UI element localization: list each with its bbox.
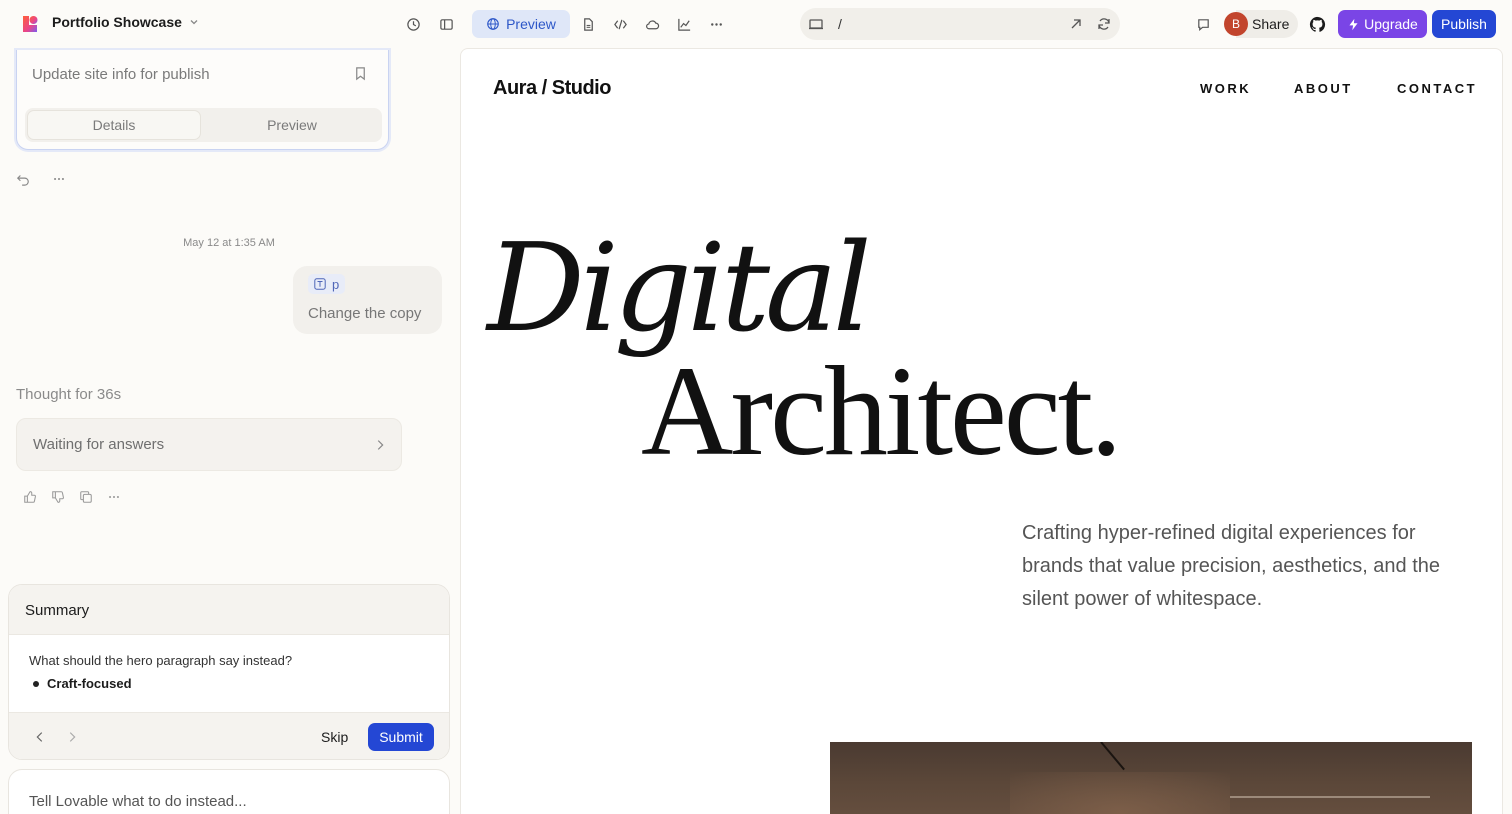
github-button[interactable] bbox=[1304, 11, 1330, 37]
hero-line-1: Digital bbox=[487, 217, 872, 359]
url-path[interactable]: / bbox=[838, 16, 842, 32]
file-icon bbox=[583, 17, 593, 31]
history-icon bbox=[406, 17, 420, 31]
thumbs-up-icon[interactable] bbox=[23, 490, 37, 504]
site-nav-contact[interactable]: CONTACT bbox=[1397, 81, 1477, 96]
device-laptop-icon[interactable] bbox=[808, 16, 824, 32]
summary-card: Summary What should the hero paragraph s… bbox=[8, 584, 450, 760]
analytics-tab[interactable] bbox=[671, 11, 697, 37]
task-card: Update site info for publish Details Pre… bbox=[16, 50, 389, 150]
chat-input-placeholder: Tell Lovable what to do instead... bbox=[29, 793, 247, 810]
chevron-down-icon bbox=[190, 20, 198, 25]
site-brand[interactable]: Aura / Studio bbox=[493, 77, 611, 100]
more-horizontal-icon[interactable] bbox=[52, 172, 66, 186]
sidebar-icon bbox=[439, 18, 453, 30]
thought-duration[interactable]: Thought for 36s bbox=[16, 386, 121, 403]
message-timestamp: May 12 at 1:35 AM bbox=[183, 237, 275, 249]
chevron-right-icon[interactable] bbox=[65, 730, 79, 744]
code-tab[interactable] bbox=[607, 11, 633, 37]
files-tab[interactable] bbox=[575, 11, 601, 37]
toggle-sidebar-button[interactable] bbox=[433, 11, 459, 37]
summary-footer: Skip Submit bbox=[9, 712, 449, 759]
segment-preview[interactable]: Preview bbox=[205, 110, 379, 140]
summary-question: What should the hero paragraph say inste… bbox=[29, 653, 293, 668]
comments-button[interactable] bbox=[1190, 11, 1216, 37]
more-tabs-button[interactable] bbox=[703, 11, 729, 37]
task-actions bbox=[16, 172, 66, 186]
copy-icon[interactable] bbox=[79, 490, 93, 504]
upgrade-button[interactable]: Upgrade bbox=[1338, 10, 1427, 38]
message-feedback bbox=[23, 490, 121, 504]
preview-tab-label: Preview bbox=[506, 16, 556, 32]
chart-line-icon bbox=[677, 18, 690, 31]
preview-frame: Aura / Studio WORK ABOUT CONTACT Digital… bbox=[460, 48, 1503, 814]
element-chip[interactable]: p bbox=[308, 274, 346, 294]
chevron-left-icon[interactable] bbox=[33, 730, 47, 744]
chevron-right-icon bbox=[377, 440, 384, 450]
code-icon bbox=[613, 19, 627, 29]
text-element-icon bbox=[314, 278, 326, 290]
globe-icon bbox=[487, 18, 499, 30]
bullet-icon bbox=[33, 680, 39, 687]
bookmark-icon[interactable] bbox=[353, 66, 368, 81]
task-segment-control: Details Preview bbox=[25, 108, 382, 142]
thumbs-down-icon[interactable] bbox=[51, 490, 65, 504]
publish-button[interactable]: Publish bbox=[1432, 10, 1496, 38]
refresh-icon[interactable] bbox=[1096, 16, 1112, 32]
waiting-label: Waiting for answers bbox=[33, 436, 165, 453]
element-chip-label: p bbox=[332, 276, 340, 292]
avatar[interactable]: B bbox=[1224, 12, 1248, 36]
more-horizontal-icon bbox=[710, 22, 722, 26]
chat-input[interactable]: Tell Lovable what to do instead... bbox=[8, 769, 450, 814]
skip-button[interactable]: Skip bbox=[321, 729, 348, 745]
history-button[interactable] bbox=[400, 11, 426, 37]
project-name: Portfolio Showcase bbox=[52, 14, 182, 30]
summary-answer-text: Craft-focused bbox=[47, 676, 132, 691]
submit-button[interactable]: Submit bbox=[368, 723, 434, 751]
task-title: Update site info for publish bbox=[32, 66, 210, 83]
more-horizontal-icon[interactable] bbox=[107, 490, 121, 504]
lovable-logo-icon[interactable] bbox=[20, 14, 40, 34]
url-bar[interactable]: / bbox=[800, 8, 1120, 40]
summary-answer: Craft-focused bbox=[33, 676, 132, 691]
hero-image bbox=[830, 742, 1472, 814]
cloud-icon bbox=[645, 19, 659, 29]
hero-line-2: Architect. bbox=[641, 340, 1122, 482]
summary-title: Summary bbox=[9, 585, 449, 635]
user-message: p Change the copy bbox=[293, 266, 442, 334]
waiting-card[interactable]: Waiting for answers bbox=[16, 418, 402, 471]
segment-details[interactable]: Details bbox=[27, 110, 201, 140]
top-bar: Portfolio Showcase Preview / Share B Upg… bbox=[0, 0, 1512, 48]
site-nav-work[interactable]: WORK bbox=[1200, 81, 1251, 96]
preview-tab[interactable]: Preview bbox=[472, 10, 570, 38]
project-switcher[interactable]: Portfolio Showcase bbox=[52, 14, 200, 30]
chat-bubble-icon bbox=[1197, 18, 1209, 31]
upgrade-label: Upgrade bbox=[1364, 16, 1418, 32]
lightning-icon bbox=[1349, 18, 1358, 30]
undo-icon[interactable] bbox=[16, 172, 30, 186]
github-icon bbox=[1309, 16, 1325, 32]
open-external-icon[interactable] bbox=[1068, 16, 1084, 32]
hero-paragraph: Crafting hyper-refined digital experienc… bbox=[1022, 522, 1441, 610]
share-label: Share bbox=[1252, 16, 1290, 32]
user-message-text: Change the copy bbox=[308, 305, 422, 322]
cloud-tab[interactable] bbox=[639, 11, 665, 37]
site-nav-about[interactable]: ABOUT bbox=[1294, 81, 1353, 96]
